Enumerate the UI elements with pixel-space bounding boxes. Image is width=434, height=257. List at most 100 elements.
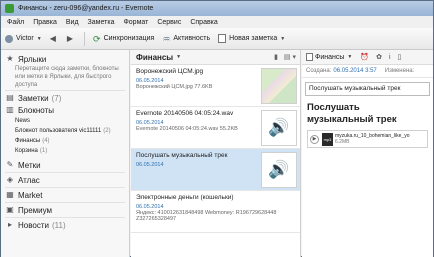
list-item[interactable]: Воронежский ЦСМ.jpg 06.05.2014 Воронежск… <box>131 65 300 107</box>
premium-icon: ▣ <box>6 205 14 214</box>
new-note-label: Новая заметка <box>229 35 278 42</box>
arrow-right-icon: ▶ <box>66 34 74 43</box>
chevron-down-icon: ▼ <box>347 54 353 60</box>
notebook-item-user[interactable]: Блокнот пользователя vic11111 (2) <box>1 126 129 136</box>
activity-button[interactable]: ♒ Активность <box>162 34 211 44</box>
notebook-label: Финансы <box>15 138 41 144</box>
sidebar-item-label: Ярлыки <box>18 54 47 64</box>
share-icon[interactable]: ✿ <box>376 53 382 61</box>
menu-view[interactable]: Вид <box>66 19 79 26</box>
list-item-selected[interactable]: Послушать музыкальный трек 06.05.2014 🔊 <box>131 149 300 191</box>
sidebar-item-label: Метки <box>18 160 41 170</box>
notebook-count: (2) <box>103 128 111 134</box>
notebook-label: Корзина <box>15 148 38 154</box>
sidebar: ★ Ярлыки Перетащите сюда заметки, блокно… <box>1 50 130 257</box>
notebook-icon: ▥ <box>6 105 14 114</box>
account-button[interactable]: Victor ▼ <box>5 34 42 43</box>
chevron-right-icon: ▸ <box>7 220 12 229</box>
sidebar-item-notebooks[interactable]: ▥ Блокноты <box>1 104 129 116</box>
created-label: Создана: <box>306 68 332 74</box>
user-icon <box>5 34 13 43</box>
sidebar-divider <box>5 202 125 203</box>
note-list-tools: ▮ ▤ ▾ <box>268 53 296 61</box>
activity-label: Активность <box>173 35 211 42</box>
toolbar: Victor ▼ ◀ ▶ ⟳ Синхронизация ♒ Активност… <box>1 28 433 50</box>
sync-button[interactable]: ⟳ Синхронизация <box>93 34 154 44</box>
view-options-icon[interactable]: ▤ ▾ <box>284 53 296 61</box>
note-editor: Финансы ▼ ⏰ ✿ i ▯ Создана: 06.05.2014 3:… <box>302 50 433 257</box>
sidebar-divider <box>5 217 125 218</box>
sidebar-item-tags[interactable]: ✎ Метки <box>1 159 129 171</box>
note-notebook-label: Финансы <box>315 53 345 61</box>
note-title-field[interactable]: Послушать музыкальный трек <box>305 82 430 96</box>
map-thumbnail <box>261 68 297 104</box>
back-button[interactable]: ◀ <box>50 34 59 43</box>
sidebar-item-label: Новости <box>18 220 49 230</box>
forward-button[interactable]: ▶ <box>67 34 76 43</box>
speaker-icon: 🔊 <box>268 160 290 179</box>
list-item[interactable]: Электронные деньги (кошельки) 06.05.2014… <box>131 191 300 233</box>
mp3-file-icon: mp3 <box>322 132 333 146</box>
trash-icon[interactable]: ▯ <box>398 53 402 61</box>
note-heading: Послушать музыкальный трек <box>307 102 397 125</box>
notes-count: (7) <box>51 93 62 103</box>
notebook-label: News <box>15 118 31 124</box>
sidebar-item-label: Заметки <box>18 93 49 103</box>
note-snippet: Яндекс: 410012631848498 Webmoney: R19672… <box>136 210 277 222</box>
evernote-window: Финансы - zeru-096@yandex.ru - Evernote … <box>0 0 434 257</box>
news-count: (11) <box>51 220 66 230</box>
chevron-down-icon: ▼ <box>280 35 286 42</box>
atlas-icon: ◈ <box>6 175 14 184</box>
sidebar-item-market[interactable]: ▦ Market <box>1 189 129 201</box>
attachment-info: myzuka.ru_10_bohemian_like_yo 6.2MB <box>335 133 410 145</box>
info-icon[interactable]: i <box>389 54 391 61</box>
modified-label: Изменена: <box>384 68 415 74</box>
chevron-down-icon: ▼ <box>36 35 42 42</box>
sidebar-item-label: Блокноты <box>18 105 54 115</box>
notebook-label: Блокнот пользователя vic11111 <box>15 128 102 134</box>
menu-note[interactable]: Заметка <box>88 19 115 26</box>
speaker-icon: 🔊 <box>268 118 290 137</box>
note-body[interactable]: Послушать музыкальный трек ▶ mp3 myzuka.… <box>302 100 433 150</box>
notebook-selector[interactable]: Финансы <box>136 53 173 62</box>
title-bar: Финансы - zeru-096@yandex.ru - Evernote <box>1 1 433 16</box>
note-meta: Создана: 06.05.2014 3:57 Изменена: <box>302 65 433 78</box>
notes-icon: ▤ <box>6 93 14 102</box>
sidebar-item-label: Market <box>18 190 43 200</box>
shortcuts-hint: Перетащите сюда заметки, блокноты или ме… <box>15 66 119 88</box>
sidebar-item-atlas[interactable]: ◈ Атлас <box>1 174 129 186</box>
sync-icon: ⟳ <box>93 34 101 44</box>
menu-file[interactable]: Файл <box>7 19 24 26</box>
arrow-left-icon: ◀ <box>49 34 56 43</box>
menu-edit[interactable]: Правка <box>33 19 57 26</box>
sidebar-item-notes[interactable]: ▤ Заметки (7) <box>1 92 129 104</box>
sidebar-item-label: Премиум <box>18 205 53 215</box>
new-note-button[interactable]: Новая заметка ▼ <box>218 34 285 43</box>
info-icon[interactable]: ▮ <box>274 53 278 61</box>
attachment-size: 6.2MB <box>335 139 350 145</box>
list-item[interactable]: Evernote 20140506 04:05:24.wav 06.05.201… <box>131 107 300 149</box>
play-icon[interactable]: ▶ <box>310 134 319 144</box>
reminder-icon[interactable]: ⏰ <box>360 53 369 61</box>
sidebar-divider <box>5 172 125 173</box>
audio-thumbnail: 🔊 <box>261 152 297 188</box>
new-note-icon <box>218 34 227 43</box>
created-date: 06.05.2014 3:57 <box>333 68 377 74</box>
notebook-item-trash[interactable]: Корзина (1) <box>1 146 129 156</box>
note-notebook-selector[interactable]: Финансы ▼ <box>306 53 352 61</box>
notebook-item-news[interactable]: News <box>1 116 129 126</box>
evernote-logo-icon <box>5 4 14 13</box>
sidebar-item-shortcuts[interactable]: ★ Ярлыки <box>1 53 129 65</box>
menu-help[interactable]: Справка <box>190 19 217 26</box>
sidebar-item-news[interactable]: ▸ Новости (11) <box>1 219 129 231</box>
sidebar-item-label: Атлас <box>18 175 40 185</box>
menu-tools[interactable]: Сервис <box>157 19 181 26</box>
notebook-count: (1) <box>39 148 48 154</box>
menu-format[interactable]: Формат <box>123 19 148 26</box>
note-title: Электронные деньги (кошельки) <box>136 194 234 201</box>
sidebar-item-premium[interactable]: ▣ Премиум <box>1 204 129 216</box>
star-icon: ★ <box>6 54 14 63</box>
notebook-item-finance[interactable]: Финансы (4) <box>1 136 129 146</box>
audio-attachment[interactable]: ▶ mp3 myzuka.ru_10_bohemian_like_yo 6.2M… <box>307 130 428 148</box>
note-list: Финансы ▼ ▮ ▤ ▾ Воронежский ЦСМ.jpg 06.0… <box>131 50 301 257</box>
